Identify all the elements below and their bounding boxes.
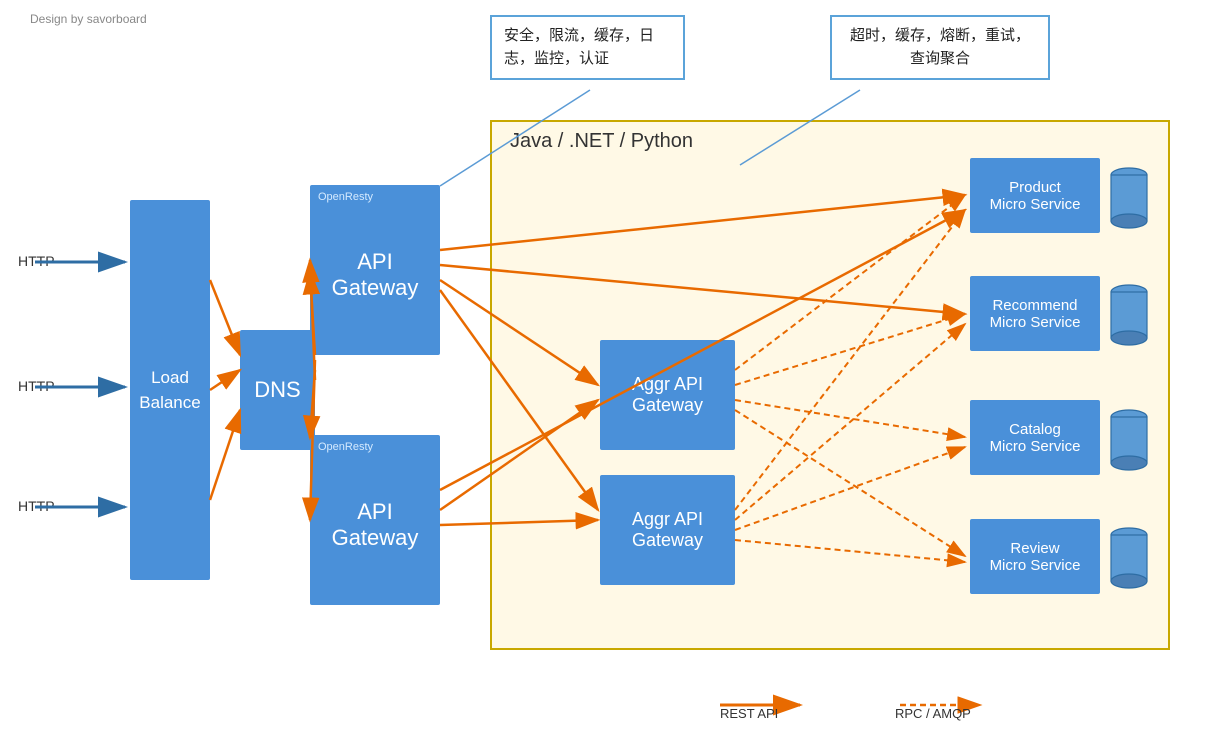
aggr-gateway-top-box: Aggr API Gateway bbox=[600, 340, 735, 450]
ms-product-label: Product Micro Service bbox=[990, 179, 1081, 213]
api-gateway-top-box: OpenResty API Gateway bbox=[310, 185, 440, 355]
ms-catalog-box: Catalog Micro Service bbox=[970, 400, 1100, 475]
rpc-amqp-label: RPC / AMQP bbox=[895, 706, 971, 721]
db-recommend bbox=[1108, 280, 1150, 350]
watermark: Design by savorboard bbox=[30, 12, 147, 26]
java-label: Java / .NET / Python bbox=[510, 130, 693, 153]
http-label-2: HTTP bbox=[18, 378, 55, 394]
db-catalog bbox=[1108, 405, 1150, 475]
dns-label: DNS bbox=[254, 377, 300, 403]
aggr-gateway-bottom-label: Aggr API Gateway bbox=[632, 509, 703, 551]
load-balance-label: Load Balance bbox=[139, 365, 200, 416]
info-box-left: 安全，限流，缓存，日志，监控，认证 bbox=[490, 15, 685, 80]
aggr-gateway-bottom-box: Aggr API Gateway bbox=[600, 475, 735, 585]
api-gateway-top-sub-label: OpenResty bbox=[318, 191, 373, 203]
rest-api-label: REST API bbox=[720, 706, 778, 721]
aggr-gateway-top-label: Aggr API Gateway bbox=[632, 374, 703, 416]
api-gateway-bottom-label: API Gateway bbox=[332, 499, 419, 551]
info-box-right-text: 超时，缓存，熔断，重试，查询聚合 bbox=[850, 27, 1030, 67]
db-product bbox=[1108, 163, 1150, 233]
info-box-right: 超时，缓存，熔断，重试，查询聚合 bbox=[830, 15, 1050, 80]
ms-catalog-label: Catalog Micro Service bbox=[990, 421, 1081, 455]
ms-review-box: Review Micro Service bbox=[970, 519, 1100, 594]
http-label-1: HTTP bbox=[18, 253, 55, 269]
api-gateway-top-label: API Gateway bbox=[332, 249, 419, 301]
ms-recommend-label: Recommend Micro Service bbox=[990, 297, 1081, 331]
load-balance-box: Load Balance bbox=[130, 200, 210, 580]
http-label-3: HTTP bbox=[18, 498, 55, 514]
db-review bbox=[1108, 523, 1150, 593]
ms-recommend-box: Recommend Micro Service bbox=[970, 276, 1100, 351]
dns-box: DNS bbox=[240, 330, 315, 450]
ms-product-box: Product Micro Service bbox=[970, 158, 1100, 233]
api-gateway-bottom-sub-label: OpenResty bbox=[318, 441, 373, 453]
api-gateway-bottom-box: OpenResty API Gateway bbox=[310, 435, 440, 605]
info-box-left-text: 安全，限流，缓存，日志，监控，认证 bbox=[504, 27, 654, 67]
ms-review-label: Review Micro Service bbox=[990, 540, 1081, 574]
